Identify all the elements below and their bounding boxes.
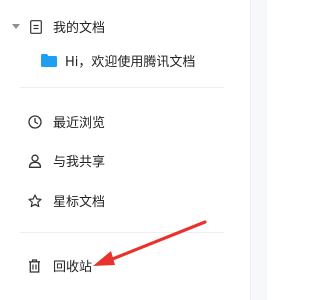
sidebar-item-my-docs[interactable]: 我的文档 — [10, 17, 105, 36]
sidebar-item-label: 回收站 — [53, 260, 93, 275]
sidebar-item-recent[interactable]: 最近浏览 — [27, 112, 105, 131]
sidebar-item-label: 最近浏览 — [53, 116, 106, 131]
clock-icon — [27, 114, 42, 129]
annotation-arrow — [93, 220, 207, 266]
folder-icon — [41, 54, 57, 67]
user-icon — [27, 154, 42, 168]
star-icon — [27, 193, 42, 208]
caret-down-icon[interactable] — [10, 23, 22, 30]
trash-icon — [27, 258, 42, 273]
content-area-edge — [250, 0, 267, 300]
sidebar-item-label: Hi，欢迎使用腾讯文档 — [65, 55, 196, 70]
sidebar-item-welcome-doc[interactable]: Hi，欢迎使用腾讯文档 — [41, 51, 195, 70]
sidebar-item-label: 与我共享 — [53, 155, 106, 170]
sidebar-panel: 我的文档 Hi，欢迎使用腾讯文档 最近浏览 与我共享 星标文档 回收站 — [0, 0, 267, 300]
sidebar-item-label: 星标文档 — [53, 195, 106, 210]
document-icon — [29, 19, 43, 34]
sidebar-item-starred[interactable]: 星标文档 — [27, 191, 105, 210]
divider — [20, 232, 224, 233]
sidebar-item-shared[interactable]: 与我共享 — [27, 151, 105, 170]
sidebar-item-trash[interactable]: 回收站 — [27, 256, 92, 275]
divider — [20, 87, 224, 88]
sidebar-item-label: 我的文档 — [53, 21, 106, 36]
